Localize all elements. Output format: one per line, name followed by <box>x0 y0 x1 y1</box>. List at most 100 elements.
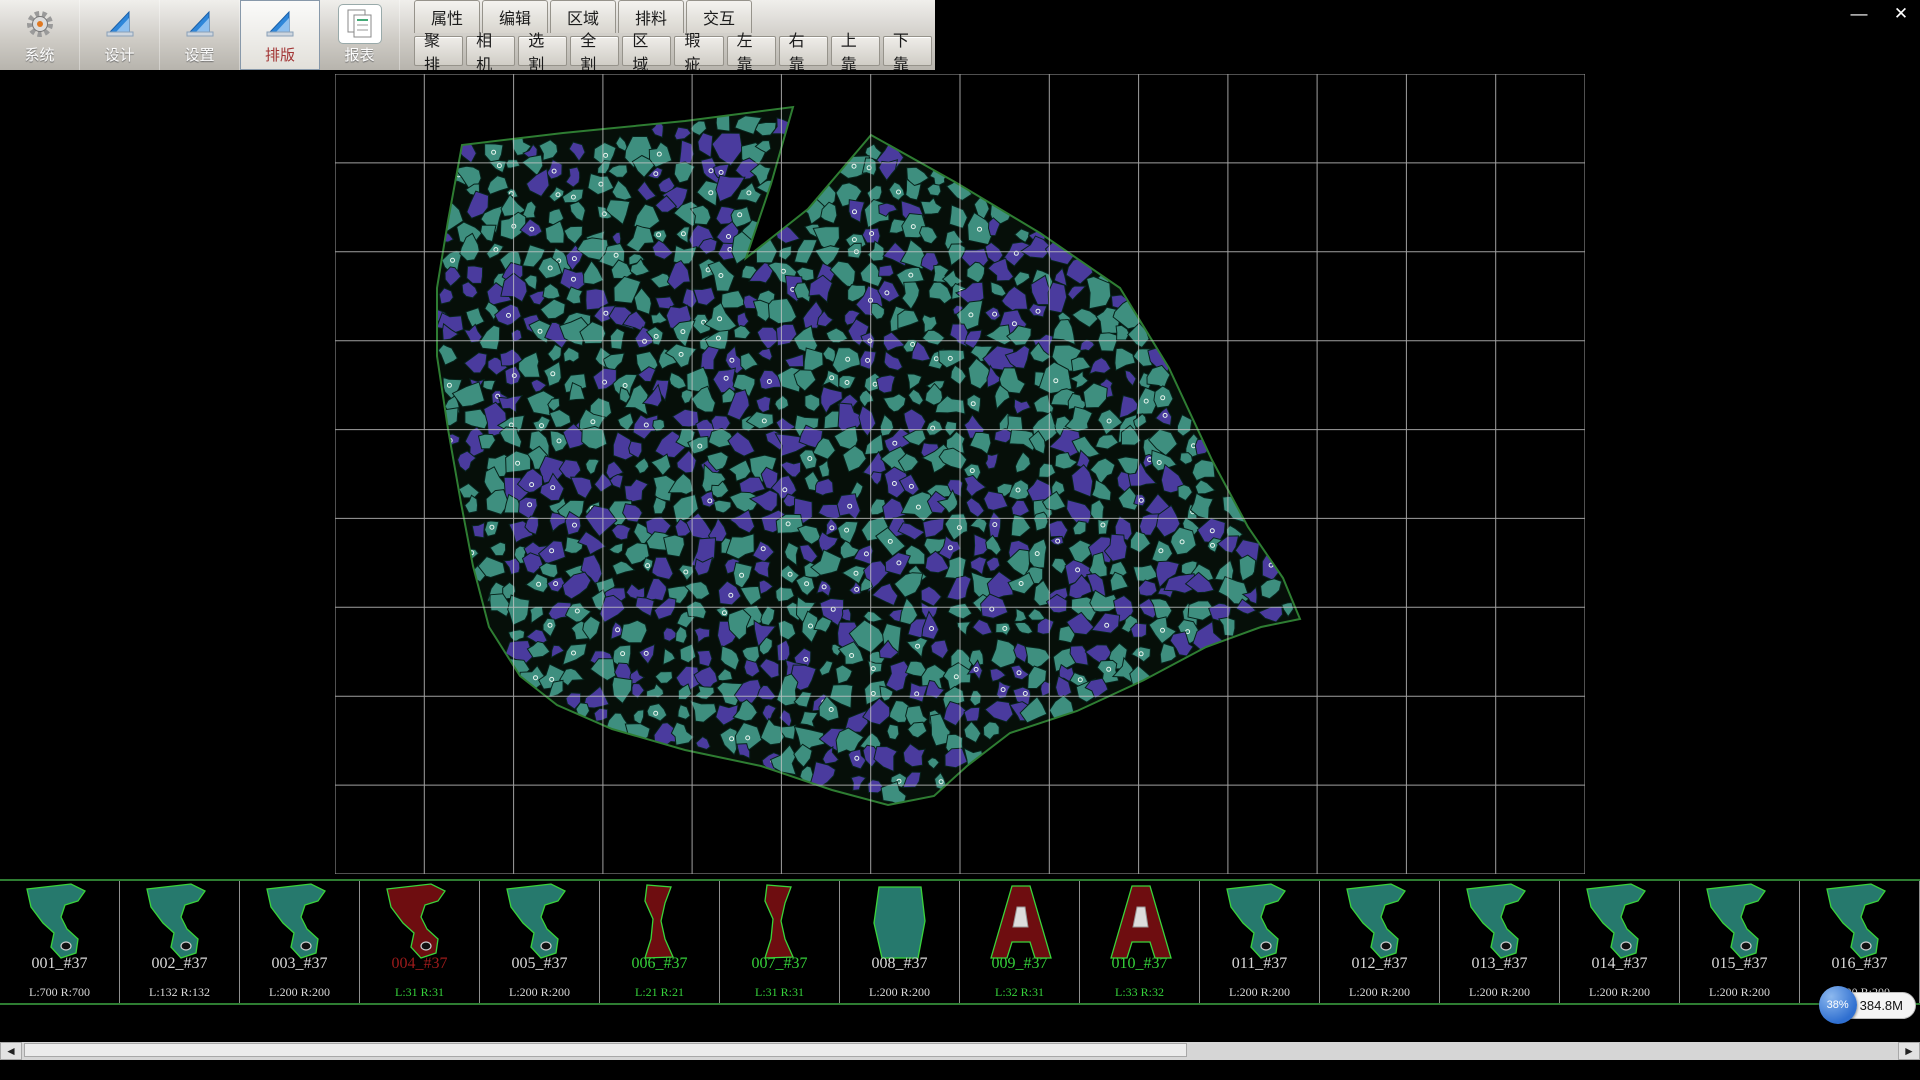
piece-thumbnail-003_#37[interactable]: 003_#37 L:200 R:200 <box>240 881 360 1003</box>
action-button-0[interactable]: 聚排 <box>414 36 463 66</box>
piece-id: 001_#37 <box>0 955 119 973</box>
piece-lr-count: L:200 R:200 <box>480 985 599 1000</box>
piece-shape <box>1081 881 1199 963</box>
piece-id: 003_#37 <box>240 955 359 973</box>
piece-lr-count: L:32 R:31 <box>960 985 1079 1000</box>
piece-id: 004_#37 <box>360 955 479 973</box>
piece-thumbnail-015_#37[interactable]: 015_#37L:200 R:200 <box>1680 881 1800 1003</box>
piece-thumbnail-005_#37[interactable]: 005_#37 L:200 R:200 <box>480 881 600 1003</box>
action-button-8[interactable]: 上靠 <box>831 36 880 66</box>
app-window: 系统 设计 设置 排版 报表 属性编辑区域排料交互 聚排相机选割全割区域瑕疵左靠右靠上靠… <box>0 0 1920 1080</box>
toolbar-button-settings[interactable]: 设置 <box>160 0 240 70</box>
piece-shape <box>961 881 1079 963</box>
piece-lr-count: L:31 R:31 <box>720 985 839 1000</box>
piece-id: 006_#37 <box>600 955 719 973</box>
layout-icon <box>263 5 297 43</box>
action-button-3[interactable]: 全割 <box>570 36 619 66</box>
piece-shape <box>1441 881 1559 963</box>
piece-lr-count: L:31 R:31 <box>360 985 479 1000</box>
piece-id: 005_#37 <box>480 955 599 973</box>
toolbar-background: 系统 设计 设置 排版 报表 属性编辑区域排料交互 聚排相机选割全割区域瑕疵左靠右靠上靠… <box>0 0 935 70</box>
memory-badge: 38% 384.8M <box>1819 986 1916 1024</box>
action-button-2[interactable]: 选割 <box>518 36 567 66</box>
piece-thumbnail-013_#37[interactable]: 013_#37 L:200 R:200 <box>1440 881 1560 1003</box>
action-button-row: 聚排相机选割全割区域瑕疵左靠右靠上靠下靠 <box>414 36 935 66</box>
piece-shape <box>1201 881 1319 963</box>
nesting-canvas-svg <box>335 74 1585 874</box>
settings-icon <box>183 5 217 43</box>
piece-shape <box>1681 881 1799 963</box>
scrollbar-thumb[interactable] <box>24 1043 1187 1057</box>
piece-thumbnail-001_#37[interactable]: 001_#37 L:700 R:700 <box>0 881 120 1003</box>
action-button-4[interactable]: 区域 <box>622 36 671 66</box>
nesting-canvas[interactable] <box>335 74 1585 874</box>
piece-lr-count: L:33 R:32 <box>1080 985 1199 1000</box>
piece-shape <box>1561 881 1679 963</box>
piece-lr-count: L:132 R:132 <box>120 985 239 1000</box>
toolbar-button-label: 报表 <box>344 44 374 65</box>
bottom-gap <box>0 1005 1920 1042</box>
piece-id: 007_#37 <box>720 955 839 973</box>
piece-id: 015_#37 <box>1680 955 1799 973</box>
canvas-area <box>0 70 1920 879</box>
toolbar-button-label: 系统 <box>24 44 54 65</box>
piece-id: 008_#37 <box>840 955 959 973</box>
piece-lr-count: L:200 R:200 <box>240 985 359 1000</box>
action-button-9[interactable]: 下靠 <box>883 36 932 66</box>
piece-id: 011_#37 <box>1200 955 1319 973</box>
action-button-7[interactable]: 右靠 <box>779 36 828 66</box>
piece-id: 016_#37 <box>1800 955 1919 973</box>
toolbar-button-layout[interactable]: 排版 <box>240 0 320 70</box>
piece-thumbnail-008_#37[interactable]: 008_#37L:200 R:200 <box>840 881 960 1003</box>
toolbar-button-label: 设置 <box>184 44 214 65</box>
piece-id: 014_#37 <box>1560 955 1679 973</box>
scroll-right-arrow[interactable]: ► <box>1898 1042 1920 1060</box>
piece-id: 009_#37 <box>960 955 1079 973</box>
piece-thumbnail-010_#37[interactable]: 010_#37 L:33 R:32 <box>1080 881 1200 1003</box>
close-button[interactable]: ✕ <box>1888 2 1914 26</box>
piece-id: 013_#37 <box>1440 955 1559 973</box>
action-button-1[interactable]: 相机 <box>466 36 515 66</box>
piece-thumbnail-007_#37[interactable]: 007_#37 L:31 R:31 <box>720 881 840 1003</box>
piece-shape <box>1801 881 1919 963</box>
piece-thumbnail-006_#37[interactable]: 006_#37 L:21 R:21 <box>600 881 720 1003</box>
piece-lr-count: L:200 R:200 <box>1320 985 1439 1000</box>
action-button-6[interactable]: 左靠 <box>727 36 776 66</box>
piece-thumbnail-002_#37[interactable]: 002_#37 L:132 R:132 <box>120 881 240 1003</box>
menu-rows: 属性编辑区域排料交互 聚排相机选割全割区域瑕疵左靠右靠上靠下靠 <box>400 0 935 70</box>
window-controls: — ✕ <box>1846 2 1914 26</box>
toolbar-button-label: 设计 <box>104 44 134 65</box>
piece-lr-count: L:21 R:21 <box>600 985 719 1000</box>
piece-shape <box>361 881 479 963</box>
piece-shape <box>241 881 359 963</box>
minimize-button[interactable]: — <box>1846 2 1872 26</box>
piece-shape <box>1321 881 1439 963</box>
piece-lr-count: L:200 R:200 <box>1200 985 1319 1000</box>
piece-thumbnail-004_#37[interactable]: 004_#37 L:31 R:31 <box>360 881 480 1003</box>
scroll-left-arrow[interactable]: ◄ <box>0 1042 22 1060</box>
piece-thumbnail-011_#37[interactable]: 011_#37 L:200 R:200 <box>1200 881 1320 1003</box>
piece-lr-count: L:700 R:700 <box>0 985 119 1000</box>
piece-id: 010_#37 <box>1080 955 1199 973</box>
piece-lr-count: L:200 R:200 <box>1440 985 1559 1000</box>
toolbar-button-design[interactable]: 设计 <box>80 0 160 70</box>
piece-thumbnail-012_#37[interactable]: 012_#37L:200 R:200 <box>1320 881 1440 1003</box>
report-icon <box>339 5 381 43</box>
toolbar-button-label: 排版 <box>265 44 295 65</box>
piece-thumbnail-014_#37[interactable]: 014_#37 L:200 R:200 <box>1560 881 1680 1003</box>
design-icon <box>103 5 137 43</box>
system-gear-icon <box>23 5 57 43</box>
piece-thumbnail-016_#37[interactable]: 016_#37L:200 R:200 <box>1800 881 1920 1003</box>
piece-shape <box>481 881 599 963</box>
toolbar-button-report[interactable]: 报表 <box>320 0 400 70</box>
piece-thumbnail-strip: 001_#37 L:700 R:700002_#37 L:132 R:132003_… <box>0 879 1920 1005</box>
piece-shape <box>721 881 839 963</box>
scrollbar-track[interactable] <box>22 1042 1898 1060</box>
toolbar-button-system-gear[interactable]: 系统 <box>0 0 80 70</box>
piece-lr-count: L:200 R:200 <box>1560 985 1679 1000</box>
piece-id: 002_#37 <box>120 955 239 973</box>
piece-shape <box>1 881 119 963</box>
piece-thumbnail-009_#37[interactable]: 009_#37 L:32 R:31 <box>960 881 1080 1003</box>
horizontal-scrollbar[interactable]: ◄ ► <box>0 1042 1920 1060</box>
action-button-5[interactable]: 瑕疵 <box>674 36 723 66</box>
